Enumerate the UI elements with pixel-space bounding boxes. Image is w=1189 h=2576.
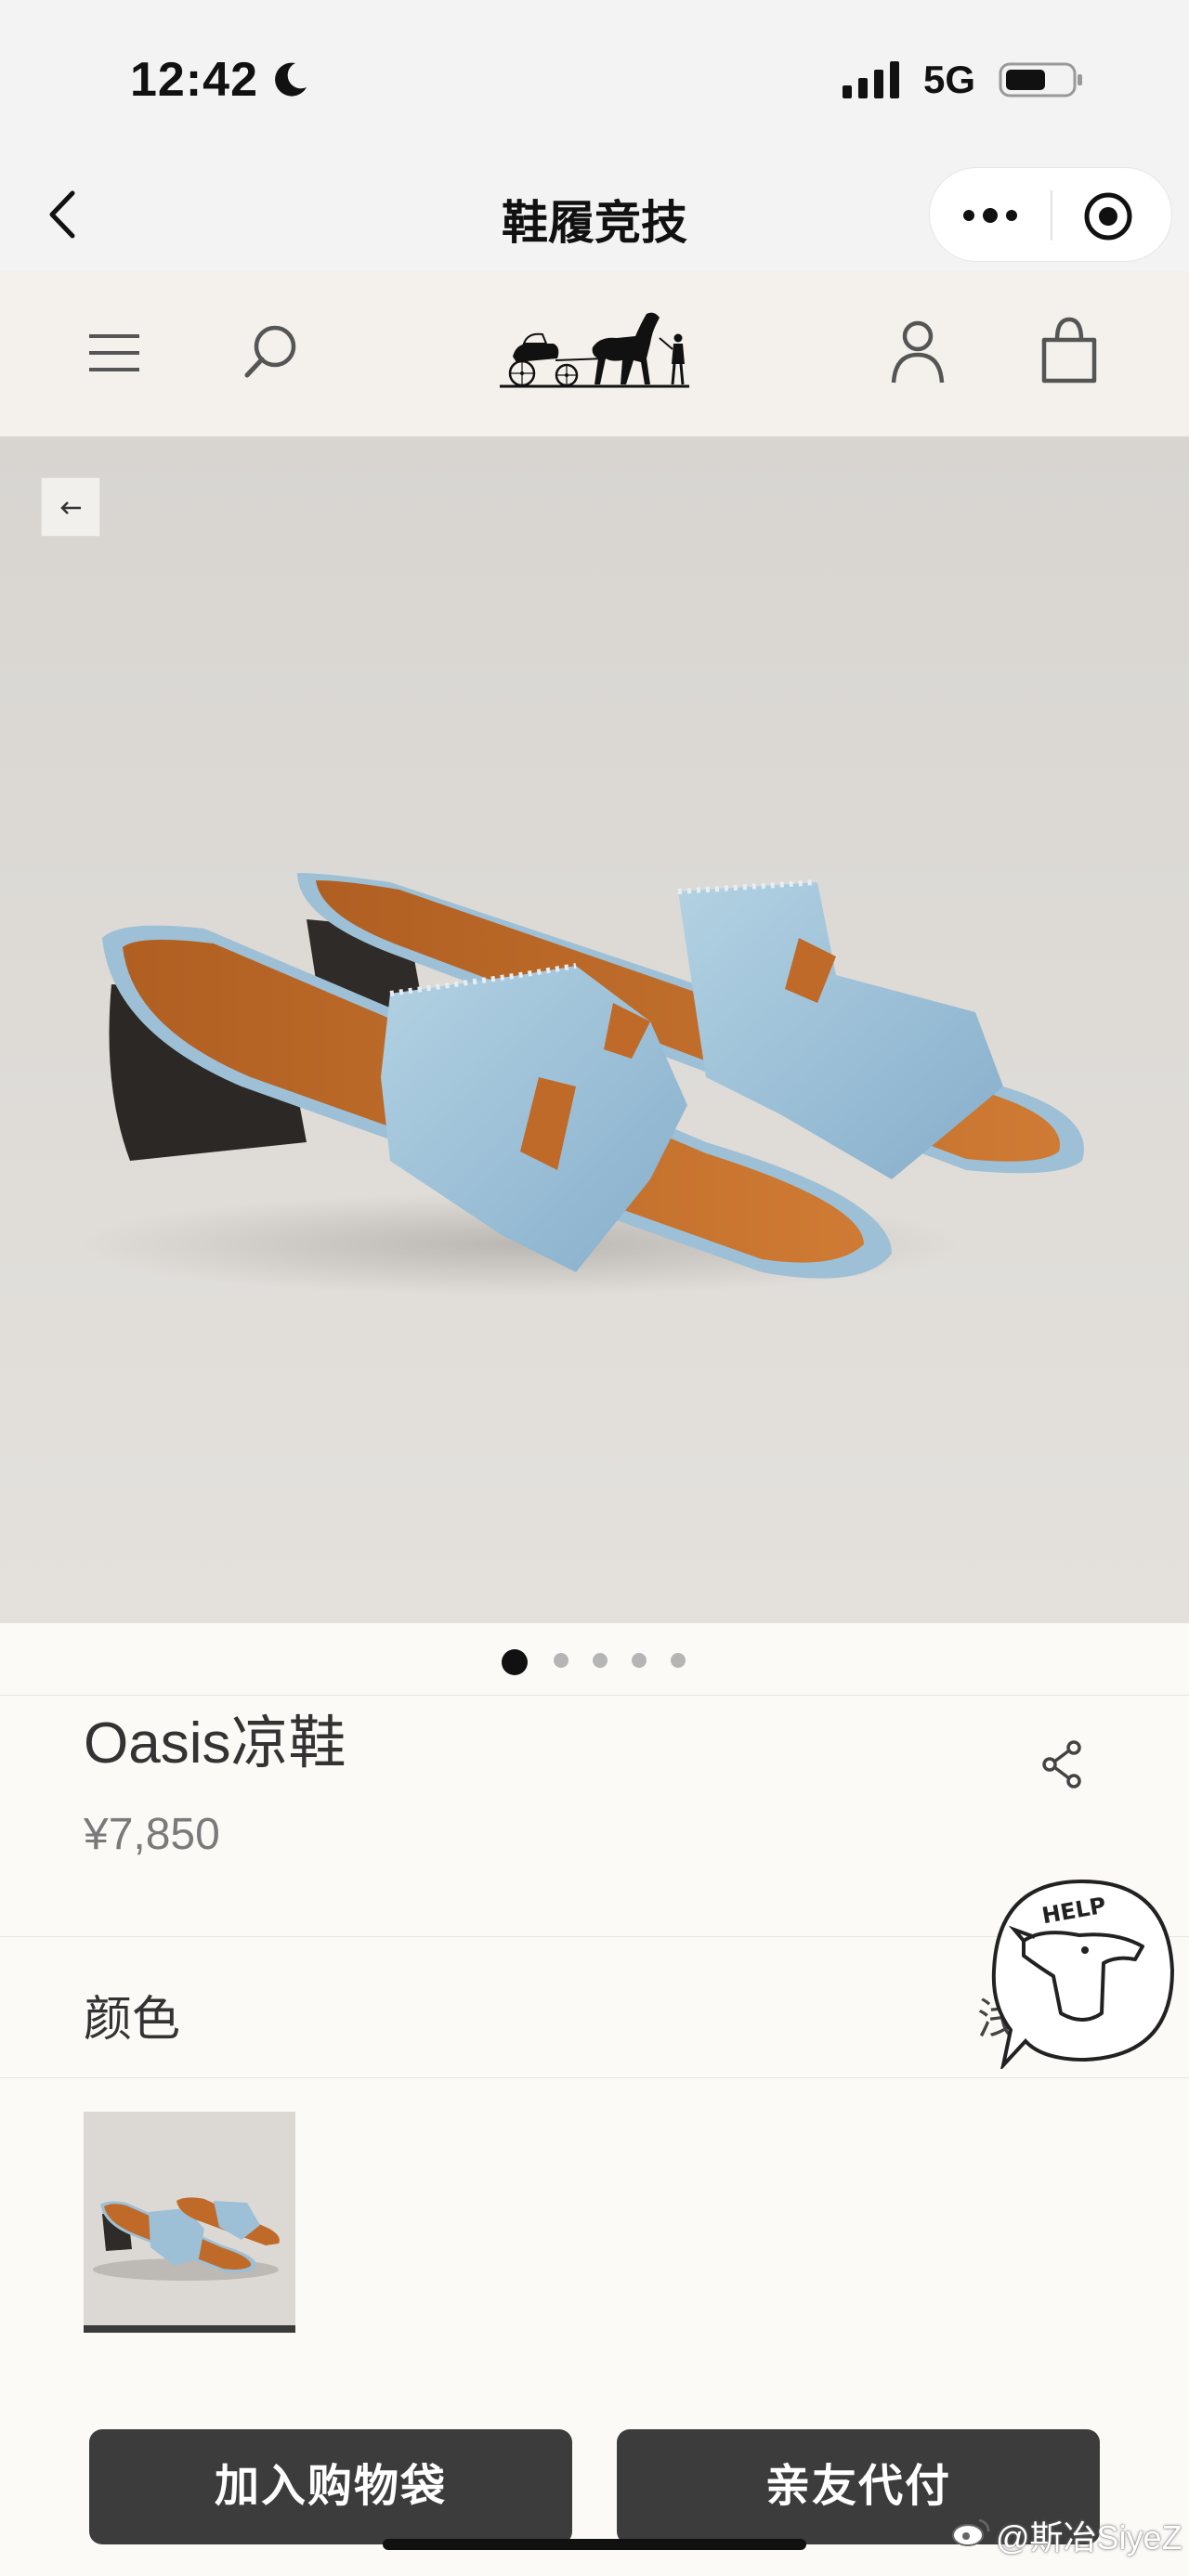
signal-icon [843,61,899,98]
status-bar: 12:42 5G [0,0,1189,158]
weibo-icon [952,2518,990,2546]
user-icon[interactable] [888,318,947,384]
product-title: Oasis凉鞋 [84,1711,346,1776]
carousel-dot[interactable] [671,1653,686,1668]
color-swatch-selected[interactable] [84,2112,295,2333]
carousel-dots [0,1623,1189,1696]
carousel-dot[interactable] [632,1653,647,1668]
carousel-dot[interactable] [554,1653,568,1668]
battery-icon [999,62,1082,98]
product-price: ¥7,850 [84,1810,220,1859]
carousel-dot[interactable] [502,1649,528,1675]
search-icon[interactable] [240,321,301,383]
menu-icon[interactable] [85,325,143,381]
share-icon[interactable] [1039,1738,1087,1790]
swatch-list [0,2078,1189,2372]
carriage-logo[interactable] [496,305,693,394]
action-bar: 加入购物袋 亲友代付 @斯冶SiyeZ [0,2372,1189,2576]
color-label: 颜色 [84,1993,181,2047]
arrow-left-icon [60,501,81,514]
image-back-button[interactable] [41,477,100,537]
product-image[interactable] [0,436,1189,1623]
moon-icon [275,62,307,97]
capsule-divider [1051,190,1052,241]
capsule-menu [929,167,1172,262]
carousel-dot[interactable] [593,1653,608,1668]
bag-icon[interactable] [1039,316,1100,384]
help-chat-icon[interactable]: HELP [986,1874,1178,2069]
record-icon[interactable] [1082,190,1134,242]
network-label: 5G [923,58,976,101]
status-time: 12:42 [130,53,258,107]
product-photo [74,873,1084,1295]
add-to-bag-button[interactable]: 加入购物袋 [89,2429,572,2544]
watermark: @斯冶SiyeZ [996,2518,1182,2556]
home-indicator [383,2539,806,2550]
site-header [0,271,1189,436]
mini-program-nav: 鞋履竞技 [0,158,1189,271]
more-icon[interactable] [958,196,1023,235]
swatch-thumbnail [84,2112,295,2325]
